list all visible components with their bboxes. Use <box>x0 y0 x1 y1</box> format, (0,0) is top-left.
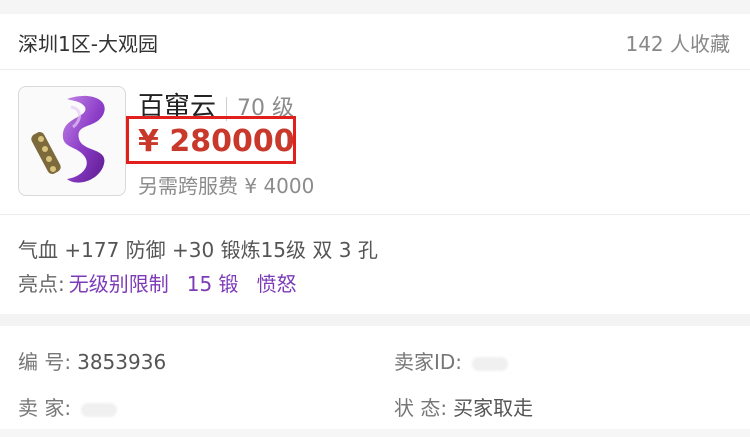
listing-header: 深圳1区-大观园 142 人收藏 <box>0 14 750 70</box>
server-name: 深圳1区-大观园 <box>18 32 158 56</box>
redacted-seller-id <box>472 356 509 371</box>
seller-id-label: 卖家ID: <box>394 350 463 374</box>
item-attributes: 气血 +177 防御 +30 锻炼15级 双 3 孔 <box>18 238 378 262</box>
redacted-seller-name <box>81 402 118 417</box>
highlight-tag: 无级别限制 <box>68 272 169 296</box>
section-divider <box>0 314 750 326</box>
highlights-label: 亮点: <box>18 272 65 296</box>
listing-id-value: 3853936 <box>77 350 167 374</box>
item-highlights: 亮点: 无级别限制 15 锻愤怒 <box>18 268 311 297</box>
bottom-spacer <box>0 429 750 437</box>
status-value: 买家取走 <box>453 396 534 420</box>
item-card[interactable]: 百窜云 70 级 ¥ 280000 另需跨服费 ¥ 4000 <box>0 70 750 215</box>
listing-id-label: 编 号: <box>18 350 72 374</box>
status-label: 状 态: <box>394 396 448 420</box>
item-price: ¥ 280000 <box>138 124 295 159</box>
seller: 卖 家: <box>18 392 118 421</box>
top-spacer <box>0 0 750 14</box>
listing-status: 状 态: 买家取走 <box>394 392 533 421</box>
highlight-tag: 愤怒 <box>256 272 297 296</box>
seller-label: 卖 家: <box>18 396 72 420</box>
seller-id: 卖家ID: <box>394 346 509 375</box>
highlight-tag: 15 锻 <box>186 272 239 296</box>
favorites-count[interactable]: 142 人收藏 <box>625 28 730 57</box>
listing-id: 编 号: 3853936 <box>18 346 166 375</box>
purple-ribbon-weapon-icon[interactable] <box>18 86 126 196</box>
cross-server-fee: 另需跨服费 ¥ 4000 <box>138 174 315 198</box>
